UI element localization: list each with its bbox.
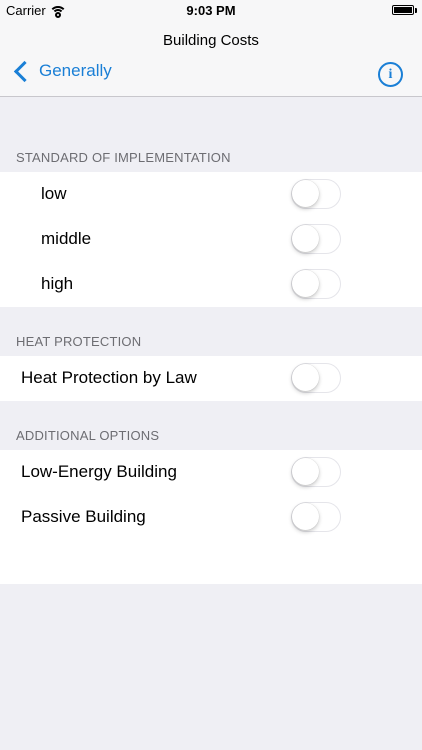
settings-row-low: low xyxy=(0,172,422,217)
section-header-additional-options: ADDITIONAL OPTIONS xyxy=(16,428,160,443)
settings-row-passive-building: Passive Building xyxy=(0,495,422,540)
row-label-high: high xyxy=(41,274,74,293)
settings-row-heat-protection-by-law: Heat Protection by Law xyxy=(0,356,422,401)
back-button[interactable]: Generally xyxy=(12,60,112,82)
settings-row-low-energy-building: Low-Energy Building xyxy=(0,450,422,495)
settings-group-additional-options: Low-Energy Building Passive Building xyxy=(0,450,422,584)
settings-group-standard: low middle high xyxy=(0,172,422,307)
settings-group-heat-protection: Heat Protection by Law xyxy=(0,356,422,401)
settings-row-middle: middle xyxy=(0,217,422,262)
toggle-switch-passive-building[interactable] xyxy=(291,502,341,532)
row-label-heat-protection-by-law: Heat Protection by Law xyxy=(21,368,197,387)
row-label-passive-building: Passive Building xyxy=(21,507,146,526)
section-header-heat-protection: HEAT PROTECTION xyxy=(16,334,142,349)
info-button[interactable]: i xyxy=(378,62,403,87)
settings-row-high: high xyxy=(0,262,422,307)
toggle-switch-low-energy-building[interactable] xyxy=(291,457,341,487)
toggle-switch-middle[interactable] xyxy=(291,224,341,254)
row-label-low-energy-building: Low-Energy Building xyxy=(21,462,177,481)
toggle-switch-heat-protection-by-law[interactable] xyxy=(291,363,341,393)
chevron-left-icon xyxy=(13,60,36,82)
status-time: 9:03 PM xyxy=(186,3,236,18)
toggle-switch-low[interactable] xyxy=(291,179,341,209)
row-label-middle: middle xyxy=(41,229,92,248)
page-title: Building Costs xyxy=(163,32,259,49)
row-label-low: low xyxy=(41,184,67,203)
section-header-standard: STANDARD OF IMPLEMENTATION xyxy=(16,150,231,165)
back-button-label: Generally xyxy=(39,61,112,80)
status-bar: Carrier 9:03 PM xyxy=(0,0,422,22)
navigation-bar: Carrier 9:03 PM Building Costs Generally… xyxy=(0,0,422,97)
toggle-switch-high[interactable] xyxy=(291,269,341,299)
battery-icon xyxy=(392,5,417,15)
